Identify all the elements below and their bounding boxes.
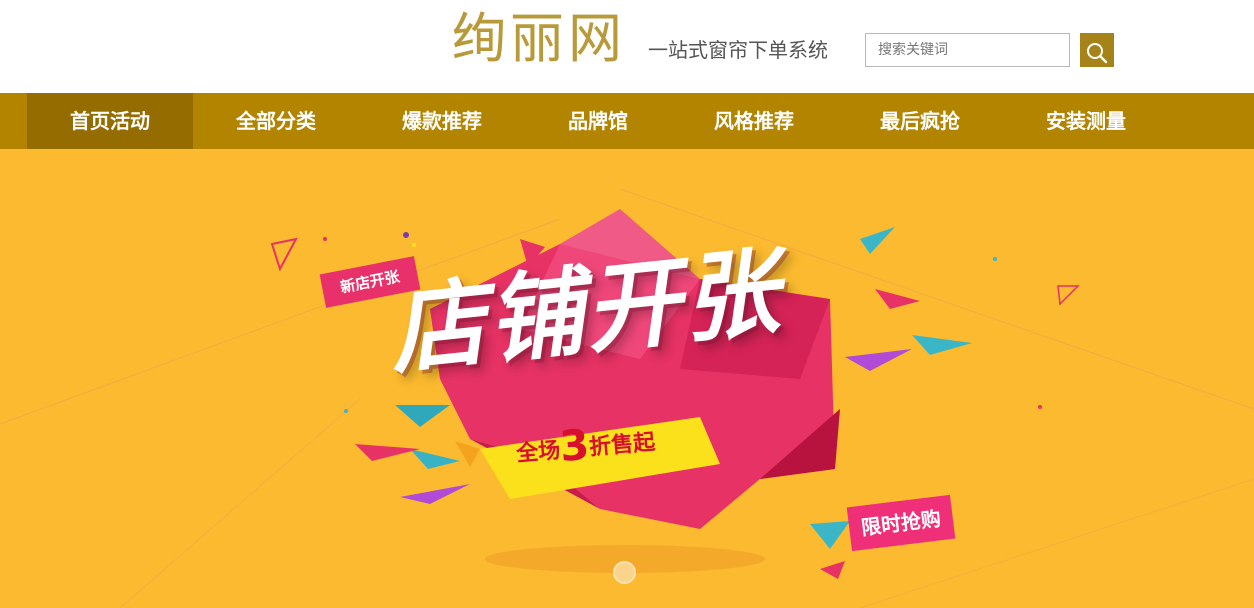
site-logo[interactable]: 绚丽网 bbox=[452, 2, 626, 76]
site-slogan: 一站式窗帘下单系统 bbox=[648, 38, 828, 62]
banner-artwork bbox=[0, 188, 1254, 608]
magnifier-icon bbox=[1087, 42, 1108, 63]
search-button[interactable] bbox=[1080, 33, 1114, 67]
promo-banner[interactable]: 新店开张 店铺开张 全场3折售起 限时抢购 bbox=[0, 149, 1254, 608]
nav-item-hot-recommend[interactable]: 爆款推荐 bbox=[359, 93, 525, 149]
slider-dot-active[interactable] bbox=[613, 561, 636, 584]
site-header: 绚丽网 一站式窗帘下单系统 bbox=[0, 0, 1254, 93]
main-nav: 首页活动 全部分类 爆款推荐 品牌馆 风格推荐 最后疯抢 安装测量 bbox=[0, 93, 1254, 149]
discount-prefix: 全场 bbox=[515, 438, 562, 468]
nav-item-style-recommend[interactable]: 风格推荐 bbox=[671, 93, 837, 149]
discount-suffix: 折售起 bbox=[588, 429, 657, 461]
nav-item-all-categories[interactable]: 全部分类 bbox=[193, 93, 359, 149]
search-input[interactable] bbox=[865, 33, 1070, 67]
nav-item-home-activity[interactable]: 首页活动 bbox=[27, 93, 193, 149]
discount-number: 3 bbox=[557, 419, 592, 472]
nav-item-final-rush[interactable]: 最后疯抢 bbox=[837, 93, 1003, 149]
nav-item-install-measure[interactable]: 安装测量 bbox=[1003, 93, 1169, 149]
nav-item-brand-hall[interactable]: 品牌馆 bbox=[525, 93, 671, 149]
